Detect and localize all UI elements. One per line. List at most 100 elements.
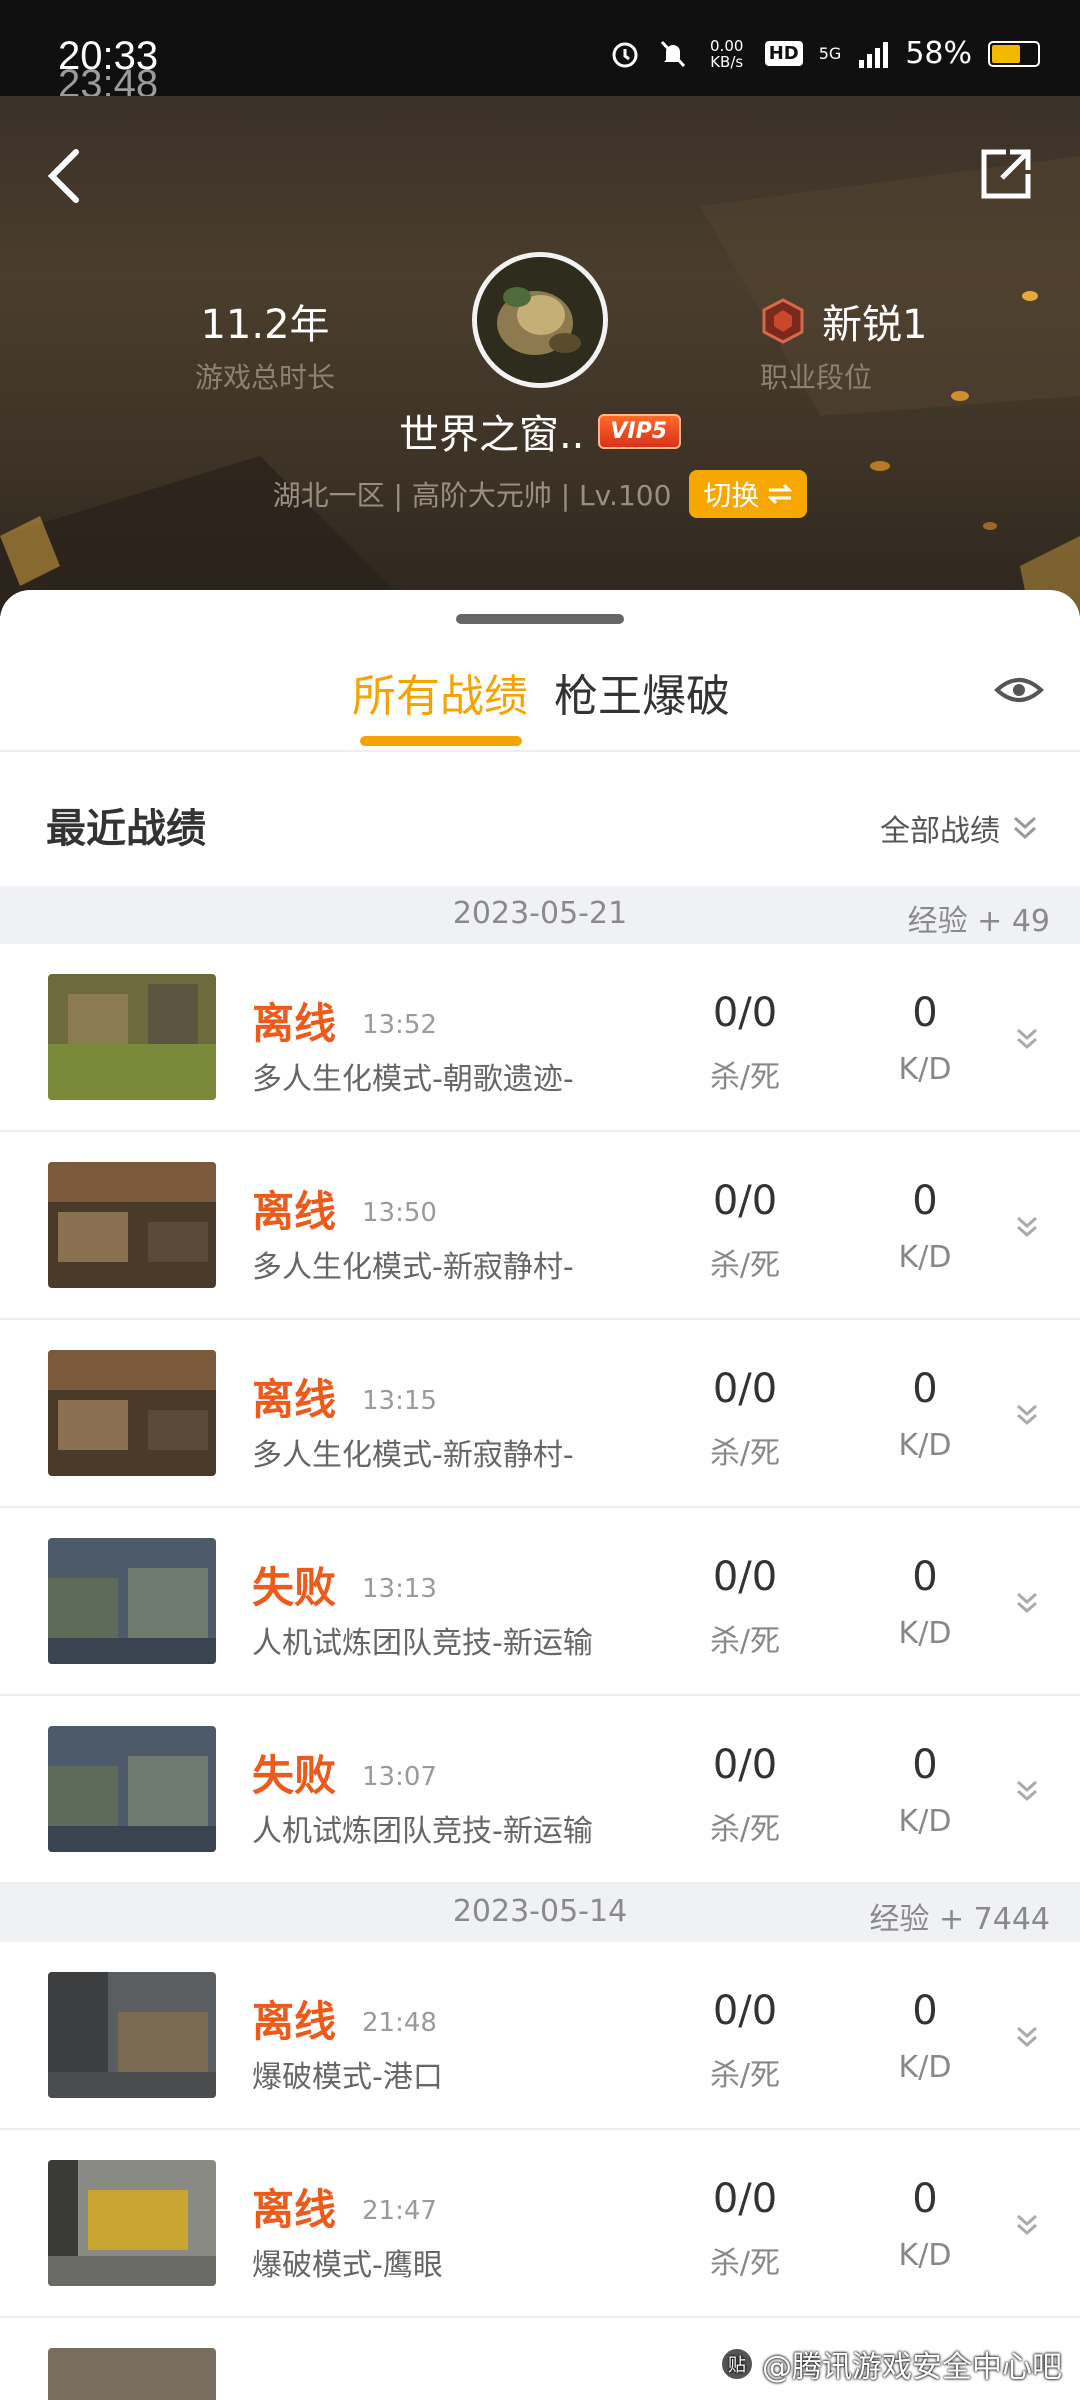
kd-ratio-label: K/D [898,1240,952,1275]
sheet-drag-handle[interactable] [456,614,624,624]
kd-ratio-label: K/D [898,2050,952,2085]
map-thumbnail [48,1538,216,1664]
tab-all-records[interactable]: 所有战绩 [352,660,528,724]
hd-badge: HD [764,41,803,66]
signal-icon [859,41,889,68]
match-result: 失败 [252,1563,337,1612]
expand-chevron-icon[interactable] [1012,1588,1042,1618]
rank-value: 新锐1 [822,302,928,348]
match-row[interactable]: 失败 13:07 人机试炼团队竞技-新运输 0/0 杀/死 0 K/D [0,1696,1080,1884]
kd-ratio: 0 [912,2176,938,2222]
record-tabs: 所有战绩 枪王爆破 [0,660,1080,740]
match-row[interactable]: 离线 13:15 多人生化模式-新寂静村- 0/0 杀/死 0 K/D [0,1320,1080,1508]
exp-gained: 经验 + 7444 [869,1902,1050,1937]
status-bar: 20:33 23:48 0.00 KB/s HD 5G 58% [0,0,1080,106]
swap-icon [767,483,794,505]
expand-chevron-icon[interactable] [1012,1024,1042,1054]
rank-badge-icon [762,298,804,344]
network-speed: 0.00 KB/s [705,38,749,70]
map-thumbnail [48,1726,216,1852]
match-mode: 人机试炼团队竞技-新运输 [252,1814,593,1849]
match-time: 13:52 [362,1010,437,1040]
rank-stat: 新锐1 职业段位 [760,292,1010,396]
server-row: 湖北一区 | 高阶大元帅 | Lv.100 切换 [0,470,1080,518]
status-icons: 0.00 KB/s HD 5G 58% [609,36,1040,71]
kd-ratio: 0 [912,1178,938,1224]
vip-badge: VIP5 [598,413,682,449]
map-thumbnail [48,2348,216,2400]
kd-ratio: 0 [912,1742,938,1788]
expand-chevron-icon[interactable] [1012,1212,1042,1242]
nickname: 世界之窗.. [398,412,585,458]
share-icon[interactable] [976,144,1036,204]
match-time: 21:48 [362,2008,437,2038]
tabs-divider [0,750,1080,752]
tieba-logo-icon: 贴 [720,2347,754,2381]
kills-deaths-label: 杀/死 [709,1812,781,1847]
match-time: 13:15 [362,1386,437,1416]
filter-label: 全部战绩 [880,814,1000,849]
match-mode: 爆破模式-港口 [252,2060,443,2095]
match-time: 13:13 [362,1574,437,1604]
match-time: 13:07 [362,1762,437,1792]
mute-bell-icon [660,40,685,67]
expand-chevron-icon[interactable] [1012,1400,1042,1430]
match-result: 失败 [252,1751,337,1800]
switch-button[interactable]: 切换 [689,470,808,518]
eye-icon[interactable] [994,670,1044,710]
map-thumbnail [48,1350,216,1476]
match-mode: 多人生化模式-新寂静村- [252,1438,574,1473]
expand-chevron-icon[interactable] [1012,2210,1042,2240]
battery-percent: 58% [905,36,972,71]
play-time-label: 游戏总时长 [194,361,335,394]
avatar[interactable] [472,252,608,388]
match-result: 离线 [252,2185,337,2234]
active-tab-indicator [360,736,522,746]
network-type: 5G [818,44,842,63]
kills-deaths-label: 杀/死 [709,1060,781,1095]
match-row[interactable]: 离线 13:52 多人生化模式-朝歌遗迹- 0/0 杀/死 0 K/D [0,944,1080,1132]
match-mode: 人机试炼团队竞技-新运输 [252,1626,593,1661]
nickname-row: 世界之窗.. VIP5 [0,402,1080,460]
map-thumbnail [48,974,216,1100]
kills-deaths-label: 杀/死 [709,1624,781,1659]
avatar-image [477,257,603,383]
kd-ratio-label: K/D [898,1052,952,1087]
kd-ratio: 0 [912,990,938,1036]
switch-label: 切换 [703,479,760,512]
kills-deaths: 0/0 [712,1178,778,1224]
watermark: 贴 @腾讯游戏安全中心吧 [720,2342,1062,2386]
match-mode: 多人生化模式-新寂静村- [252,1250,574,1285]
kills-deaths: 0/0 [712,1988,778,2034]
records-filter[interactable]: 全部战绩 [880,806,1040,850]
records-sheet: 所有战绩 枪王爆破 最近战绩 全部战绩 2023-05-21 经验 + 49 离… [0,590,1080,2400]
play-time-value: 11.2年 [200,302,330,348]
server-info: 湖北一区 | 高阶大元帅 | Lv.100 [272,479,672,512]
expand-chevron-icon[interactable] [1012,2022,1042,2052]
back-arrow-icon[interactable] [40,146,90,206]
match-result: 离线 [252,1187,337,1236]
match-row[interactable]: 离线 13:50 多人生化模式-新寂静村- 0/0 杀/死 0 K/D [0,1132,1080,1320]
rank-label: 职业段位 [760,361,873,394]
kills-deaths-label: 杀/死 [709,2246,781,2281]
expand-chevron-icon[interactable] [1012,1776,1042,1806]
play-time-stat: 11.2年 游戏总时长 [140,292,390,396]
match-result: 离线 [252,1375,337,1424]
alarm-icon [612,42,638,67]
kd-ratio: 0 [912,1554,938,1600]
kills-deaths: 0/0 [712,1554,778,1600]
kd-ratio-label: K/D [898,1616,952,1651]
match-time: 21:47 [362,2196,437,2226]
match-row[interactable]: 离线 21:47 爆破模式-鹰眼 0/0 杀/死 0 K/D [0,2130,1080,2318]
match-mode: 爆破模式-鹰眼 [252,2248,443,2283]
kills-deaths-label: 杀/死 [709,1436,781,1471]
exp-gained: 经验 + 49 [907,904,1050,939]
kills-deaths: 0/0 [712,2176,778,2222]
kills-deaths: 0/0 [712,990,778,1036]
match-row[interactable]: 离线 21:48 爆破模式-港口 0/0 杀/死 0 K/D [0,1942,1080,2130]
tab-sniper-blast[interactable]: 枪王爆破 [554,660,730,724]
map-thumbnail [48,2160,216,2286]
match-row[interactable]: 失败 13:13 人机试炼团队竞技-新运输 0/0 杀/死 0 K/D [0,1508,1080,1696]
battery-icon [988,40,1040,67]
network-speed-text: 0.00 KB/s [710,36,744,71]
